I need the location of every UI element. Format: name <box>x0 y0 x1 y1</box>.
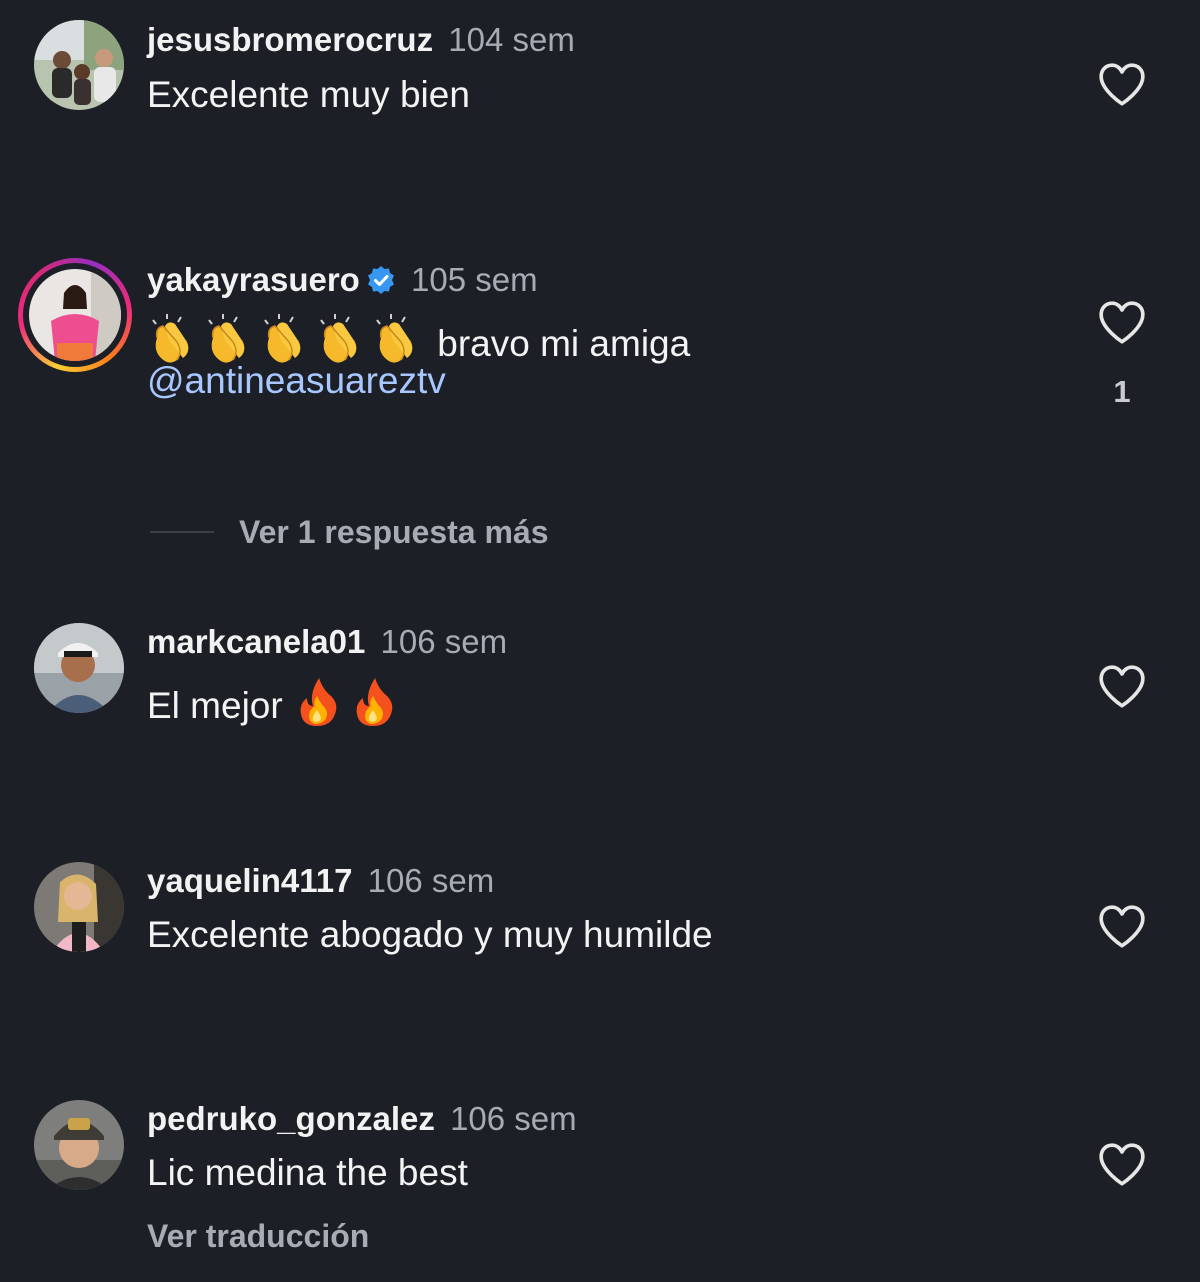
comment-header: yakayrasuero 105 sem <box>147 260 538 300</box>
username[interactable]: jesusbromerocruz <box>147 21 433 58</box>
avatar[interactable] <box>34 623 124 713</box>
username[interactable]: yakayrasuero <box>147 261 360 298</box>
comment-body: Excelente muy bien <box>147 74 470 115</box>
timestamp: 106 sem <box>367 862 495 899</box>
timestamp: 104 sem <box>448 21 575 58</box>
fire-emoji <box>293 674 403 739</box>
comment-item: jesusbromerocruz 104 sem Excelente muy b… <box>0 0 1200 230</box>
heart-icon[interactable] <box>1097 1142 1147 1188</box>
avatar[interactable] <box>34 20 124 110</box>
avatar-image <box>34 862 124 952</box>
timestamp: 105 sem <box>411 261 538 298</box>
comment-text: Lic medina the best <box>147 1150 468 1196</box>
comment-item: markcanela01 106 sem El mejor <box>0 600 1200 840</box>
username[interactable]: pedruko_gonzalez <box>147 1100 435 1137</box>
timestamp: 106 sem <box>450 1100 577 1137</box>
comment-body: Lic medina the best <box>147 1152 468 1193</box>
see-translation-button[interactable]: Ver traducción <box>147 1218 369 1255</box>
comment-header: pedruko_gonzalez 106 sem <box>147 1099 577 1139</box>
fire-emoji-pair <box>300 678 393 726</box>
verified-badge-icon <box>367 266 394 294</box>
comment-text: Excelente abogado y muy humilde <box>147 912 713 958</box>
avatar-image <box>29 269 121 361</box>
avatar-image <box>34 20 124 110</box>
comment-mention-line: @antineasuareztv <box>147 358 446 404</box>
avatar[interactable] <box>34 862 124 952</box>
comment-text: Excelente muy bien <box>147 72 470 118</box>
comment-text: El mejor <box>147 674 403 739</box>
heart-icon[interactable] <box>1097 300 1147 346</box>
avatar-image <box>34 1100 124 1190</box>
comment-body: bravo mi amiga <box>437 323 691 364</box>
avatar[interactable] <box>34 1100 124 1190</box>
like-count[interactable]: 1 <box>1100 374 1144 410</box>
view-replies-button[interactable]: Ver 1 respuesta más <box>150 512 549 552</box>
user-mention-link[interactable]: @antineasuareztv <box>147 360 446 401</box>
avatar-image <box>34 623 124 713</box>
heart-icon[interactable] <box>1097 904 1147 950</box>
timestamp: 106 sem <box>380 623 508 660</box>
view-replies-label: Ver 1 respuesta más <box>239 513 549 550</box>
comment-header: yaquelin4117 106 sem <box>147 861 494 901</box>
username[interactable]: markcanela01 <box>147 623 365 660</box>
heart-icon[interactable] <box>1097 62 1147 108</box>
replies-divider <box>150 531 214 533</box>
comment-body: El mejor <box>147 685 283 726</box>
comment-header: markcanela01 106 sem <box>147 622 507 662</box>
comment-item: yaquelin4117 106 sem Excelente abogado y… <box>0 840 1200 1080</box>
comment-header: jesusbromerocruz 104 sem <box>147 20 575 60</box>
comment-body: Excelente abogado y muy humilde <box>147 914 713 955</box>
avatar-story-ring[interactable] <box>18 258 132 372</box>
username[interactable]: yaquelin4117 <box>147 862 352 899</box>
heart-icon[interactable] <box>1097 664 1147 710</box>
